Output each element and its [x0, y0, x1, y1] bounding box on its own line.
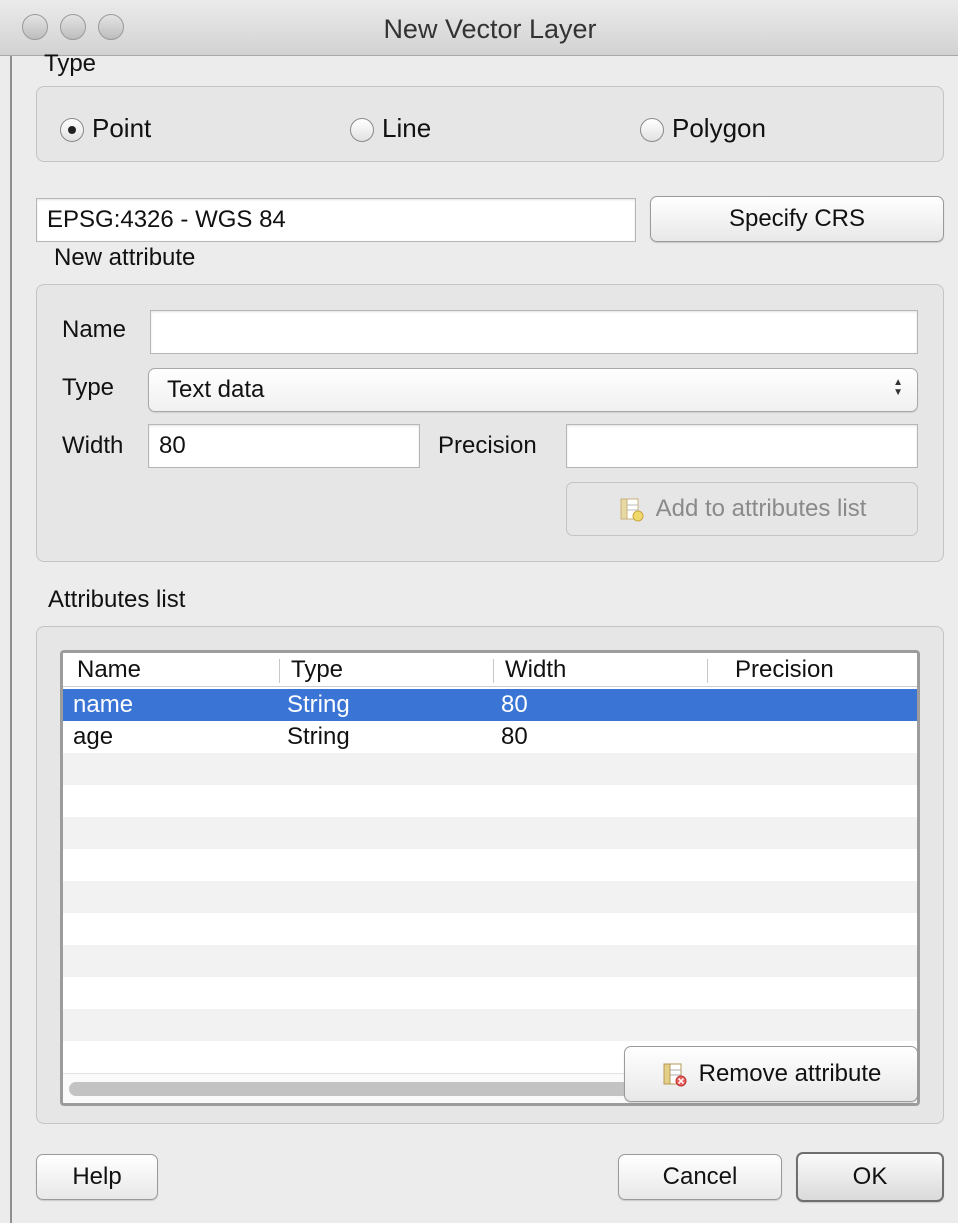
ok-button[interactable]: OK: [796, 1152, 944, 1202]
empty-table-row: [63, 977, 917, 1009]
radio-point-label[interactable]: Point: [92, 113, 151, 144]
table-row[interactable]: name String 80: [63, 689, 917, 721]
radio-point[interactable]: [60, 118, 84, 142]
remove-attribute-button[interactable]: Remove attribute: [624, 1046, 918, 1102]
type-label: Type: [62, 374, 115, 401]
width-input[interactable]: 80: [148, 424, 420, 468]
empty-table-row: [63, 881, 917, 913]
table-row[interactable]: age String 80: [63, 721, 917, 753]
cell-width: 80: [501, 691, 528, 718]
type-select-value: Text data: [167, 376, 265, 403]
cell-type: String: [287, 723, 350, 750]
empty-table-row: [63, 785, 917, 817]
radio-line[interactable]: [350, 118, 374, 142]
radio-line-label[interactable]: Line: [382, 113, 431, 144]
window-left-edge: [0, 56, 12, 1223]
type-select[interactable]: Text data ▲ ▼: [148, 368, 918, 412]
column-divider[interactable]: [707, 659, 708, 683]
column-divider[interactable]: [279, 659, 280, 683]
cancel-button[interactable]: Cancel: [618, 1154, 782, 1200]
add-to-attributes-button[interactable]: Add to attributes list: [566, 482, 918, 536]
empty-table-row: [63, 753, 917, 785]
column-header-width[interactable]: Width: [497, 653, 566, 687]
precision-input[interactable]: [566, 424, 918, 468]
add-attribute-icon: [618, 495, 646, 523]
window-title-bar[interactable]: New Vector Layer: [0, 0, 958, 56]
cell-name: name: [73, 691, 134, 718]
select-arrows-icon: ▲ ▼: [893, 377, 903, 398]
radio-polygon-label[interactable]: Polygon: [672, 113, 766, 144]
type-group: [36, 86, 944, 162]
empty-table-row: [63, 817, 917, 849]
attributes-table[interactable]: Name Type Width Precision name String 80…: [60, 650, 920, 1106]
help-button[interactable]: Help: [36, 1154, 158, 1200]
cell-name: age: [73, 723, 114, 750]
remove-attribute-icon: [661, 1060, 689, 1088]
column-divider[interactable]: [493, 659, 494, 683]
window-title: New Vector Layer: [383, 14, 597, 44]
empty-table-row: [63, 913, 917, 945]
empty-table-row: [63, 849, 917, 881]
add-to-attributes-label: Add to attributes list: [655, 495, 867, 522]
table-header: Name Type Width Precision: [63, 653, 917, 687]
specify-crs-button[interactable]: Specify CRS: [650, 196, 944, 242]
empty-table-row: [63, 1009, 917, 1041]
name-label: Name: [62, 316, 127, 343]
cell-type: String: [287, 691, 350, 718]
cell-precision: [707, 721, 715, 753]
crs-field: EPSG:4326 - WGS 84: [36, 198, 636, 242]
new-attribute-label: New attribute: [54, 244, 196, 271]
column-header-name[interactable]: Name: [69, 653, 141, 687]
width-label: Width: [62, 432, 124, 459]
name-input[interactable]: [150, 310, 918, 354]
precision-label: Precision: [438, 432, 537, 459]
column-header-type[interactable]: Type: [283, 653, 343, 687]
cell-width: 80: [501, 723, 528, 750]
radio-polygon[interactable]: [640, 118, 664, 142]
remove-attribute-label: Remove attribute: [698, 1060, 882, 1087]
cell-precision: [707, 689, 715, 721]
type-group-label: Type: [44, 50, 97, 77]
column-header-precision[interactable]: Precision: [727, 653, 834, 687]
radio-selected-dot: [68, 126, 76, 134]
empty-table-row: [63, 945, 917, 977]
attributes-list-label: Attributes list: [48, 586, 186, 613]
